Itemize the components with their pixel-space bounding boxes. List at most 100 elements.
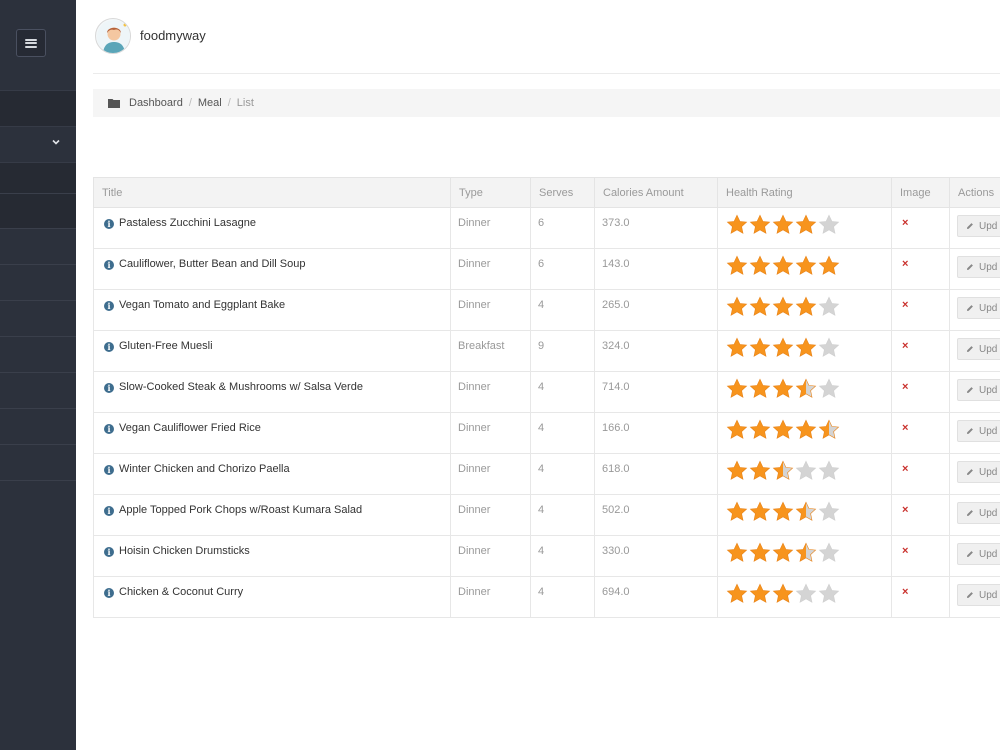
meal-title-cell: i Gluten-Free Muesli — [93, 330, 451, 372]
star-rating — [726, 337, 884, 359]
star-icon — [772, 501, 794, 521]
update-button[interactable]: Upd — [957, 461, 1000, 483]
meal-title-cell: i Winter Chicken and Chorizo Paella — [93, 453, 451, 495]
column-header-type[interactable]: Type — [450, 177, 531, 208]
update-button-label: Upd — [979, 507, 998, 519]
meal-type-cell: Dinner — [450, 453, 531, 495]
star-rating — [726, 460, 884, 482]
actions-cell: Upd — [949, 330, 1000, 372]
meal-table: Title Type Serves Calories Amount Health… — [93, 177, 1000, 618]
meal-title[interactable]: Gluten-Free Muesli — [119, 340, 213, 352]
column-header-title[interactable]: Title — [93, 177, 451, 208]
star-icon — [818, 337, 840, 357]
info-icon[interactable]: i — [104, 424, 114, 434]
star-rating — [726, 419, 884, 441]
meal-calories-cell: 166.0 — [594, 412, 718, 454]
meal-serves-cell: 4 — [530, 289, 595, 331]
remove-icon: × — [902, 217, 909, 229]
username-label[interactable]: foodmyway — [140, 28, 206, 43]
info-icon[interactable]: i — [104, 219, 114, 229]
meal-title[interactable]: Winter Chicken and Chorizo Paella — [119, 463, 290, 475]
health-rating-cell — [717, 289, 892, 331]
meal-title[interactable]: Cauliflower, Butter Bean and Dill Soup — [119, 258, 306, 270]
meal-title[interactable]: Pastaless Zucchini Lasagne — [119, 217, 256, 229]
menu-toggle-button[interactable] — [16, 29, 46, 57]
meal-title[interactable]: Vegan Tomato and Eggplant Bake — [119, 299, 285, 311]
meal-serves-cell: 4 — [530, 576, 595, 618]
info-icon[interactable]: i — [104, 465, 114, 475]
meal-calories-cell: 330.0 — [594, 535, 718, 577]
star-icon — [818, 214, 840, 234]
star-icon — [818, 378, 840, 398]
meal-title[interactable]: Chicken & Coconut Curry — [119, 586, 243, 598]
update-button[interactable]: Upd — [957, 297, 1000, 319]
info-icon[interactable]: i — [104, 342, 114, 352]
meal-title-cell: i Cauliflower, Butter Bean and Dill Soup — [93, 248, 451, 290]
update-button[interactable]: Upd — [957, 543, 1000, 565]
star-rating — [726, 255, 884, 277]
meal-calories-cell: 618.0 — [594, 453, 718, 495]
update-button[interactable]: Upd — [957, 256, 1000, 278]
meal-title[interactable]: Apple Topped Pork Chops w/Roast Kumara S… — [119, 504, 362, 516]
star-icon — [749, 542, 771, 562]
star-icon — [726, 583, 748, 603]
meal-title[interactable]: Slow-Cooked Steak & Mushrooms w/ Salsa V… — [119, 381, 363, 393]
update-button-label: Upd — [979, 261, 998, 273]
star-icon — [772, 542, 794, 562]
column-header-health-rating[interactable]: Health Rating — [717, 177, 892, 208]
actions-cell: Upd — [949, 453, 1000, 495]
health-rating-cell — [717, 412, 892, 454]
column-header-serves[interactable]: Serves — [530, 177, 595, 208]
info-icon[interactable]: i — [104, 547, 114, 557]
update-button[interactable]: Upd — [957, 215, 1000, 237]
meal-serves-cell: 4 — [530, 412, 595, 454]
star-icon — [749, 460, 771, 480]
star-icon — [772, 296, 794, 316]
info-icon[interactable]: i — [104, 588, 114, 598]
breadcrumb-dashboard[interactable]: Dashboard — [129, 97, 183, 109]
star-icon — [795, 583, 817, 603]
breadcrumb-separator: / — [227, 97, 231, 109]
update-button[interactable]: Upd — [957, 338, 1000, 360]
breadcrumb: Dashboard / Meal / List — [93, 89, 1000, 117]
update-button[interactable]: Upd — [957, 420, 1000, 442]
sidebar-item-1[interactable] — [0, 90, 76, 126]
update-button[interactable]: Upd — [957, 379, 1000, 401]
star-icon — [726, 419, 748, 439]
remove-icon: × — [902, 381, 909, 393]
avatar[interactable] — [95, 18, 131, 54]
meal-calories-cell: 502.0 — [594, 494, 718, 536]
star-icon — [726, 214, 748, 234]
star-icon — [726, 255, 748, 275]
star-icon — [726, 378, 748, 398]
info-icon[interactable]: i — [104, 383, 114, 393]
meal-serves-cell: 9 — [530, 330, 595, 372]
image-cell: × — [891, 289, 950, 331]
star-icon — [749, 214, 771, 234]
meal-title[interactable]: Hoisin Chicken Drumsticks — [119, 545, 250, 557]
breadcrumb-meal[interactable]: Meal — [198, 97, 222, 109]
table-row: i Gluten-Free Muesli Breakfast 9 324.0 × … — [93, 330, 1000, 372]
star-rating — [726, 214, 884, 236]
sidebar-item-2[interactable] — [0, 126, 76, 162]
star-icon — [749, 378, 771, 398]
pencil-icon — [967, 551, 973, 557]
star-icon — [818, 419, 840, 439]
table-row: i Apple Topped Pork Chops w/Roast Kumara … — [93, 494, 1000, 536]
meal-type-cell: Dinner — [450, 289, 531, 331]
meal-table-container: Title Type Serves Calories Amount Health… — [93, 177, 1000, 618]
column-header-calories[interactable]: Calories Amount — [594, 177, 718, 208]
update-button[interactable]: Upd — [957, 584, 1000, 606]
meal-title[interactable]: Vegan Cauliflower Fried Rice — [119, 422, 261, 434]
star-icon — [772, 214, 794, 234]
remove-icon: × — [902, 586, 909, 598]
update-button[interactable]: Upd — [957, 502, 1000, 524]
actions-cell: Upd — [949, 371, 1000, 413]
info-icon[interactable]: i — [104, 260, 114, 270]
meal-serves-cell: 4 — [530, 453, 595, 495]
info-icon[interactable]: i — [104, 301, 114, 311]
update-button-label: Upd — [979, 384, 998, 396]
column-header-image[interactable]: Image — [891, 177, 950, 208]
user-avatar-icon — [97, 20, 130, 53]
info-icon[interactable]: i — [104, 506, 114, 516]
